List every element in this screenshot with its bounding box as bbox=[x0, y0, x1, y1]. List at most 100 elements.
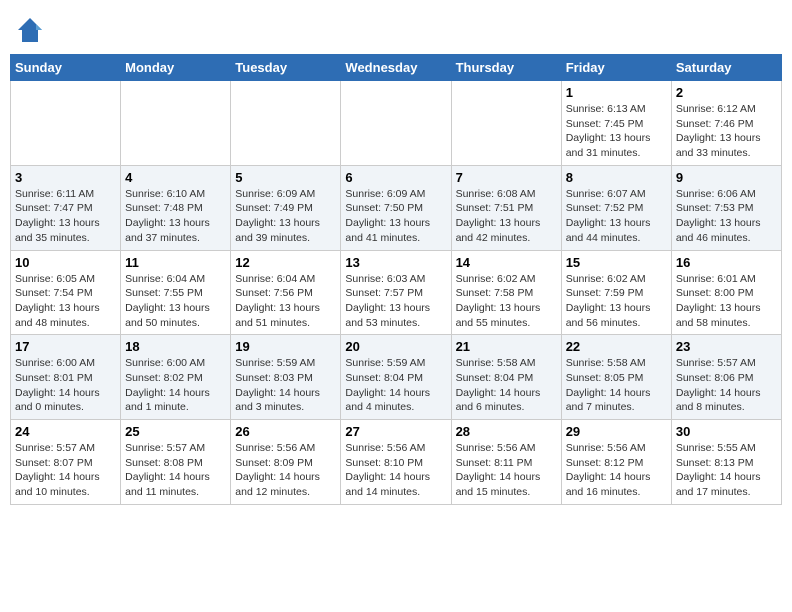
day-info-text: Sunset: 8:04 PM bbox=[456, 371, 557, 386]
logo bbox=[14, 10, 46, 46]
day-info-text: Daylight: 13 hours and 41 minutes. bbox=[345, 216, 446, 245]
day-info-text: Daylight: 13 hours and 51 minutes. bbox=[235, 301, 336, 330]
day-info-text: Sunset: 8:07 PM bbox=[15, 456, 116, 471]
day-info-text: Daylight: 13 hours and 37 minutes. bbox=[125, 216, 226, 245]
day-header-sunday: Sunday bbox=[11, 55, 121, 81]
calendar-cell bbox=[121, 81, 231, 166]
day-info-text: Daylight: 13 hours and 58 minutes. bbox=[676, 301, 777, 330]
day-info-text: Sunrise: 6:04 AM bbox=[235, 272, 336, 287]
calendar-cell: 27Sunrise: 5:56 AMSunset: 8:10 PMDayligh… bbox=[341, 420, 451, 505]
day-info-text: Sunrise: 6:09 AM bbox=[345, 187, 446, 202]
day-info-text: Sunset: 8:10 PM bbox=[345, 456, 446, 471]
day-info-text: Sunset: 7:48 PM bbox=[125, 201, 226, 216]
day-info-text: Sunset: 7:54 PM bbox=[15, 286, 116, 301]
day-info-text: Daylight: 13 hours and 42 minutes. bbox=[456, 216, 557, 245]
day-info-text: Sunset: 8:06 PM bbox=[676, 371, 777, 386]
calendar-cell: 11Sunrise: 6:04 AMSunset: 7:55 PMDayligh… bbox=[121, 250, 231, 335]
day-number: 23 bbox=[676, 339, 777, 354]
day-info-text: Daylight: 14 hours and 7 minutes. bbox=[566, 386, 667, 415]
day-info-text: Sunrise: 6:08 AM bbox=[456, 187, 557, 202]
calendar-cell: 24 Sunrise: 5:57 AMSunset: 8:07 PMDayligh… bbox=[11, 420, 121, 505]
day-number: 3 bbox=[15, 170, 116, 185]
day-info-text: Sunrise: 5:58 AM bbox=[566, 356, 667, 371]
day-info-text: Sunrise: 6:02 AM bbox=[456, 272, 557, 287]
day-info-text: Daylight: 14 hours and 8 minutes. bbox=[676, 386, 777, 415]
calendar-cell bbox=[451, 81, 561, 166]
day-number: 11 bbox=[125, 255, 226, 270]
day-info-text: Daylight: 14 hours and 10 minutes. bbox=[15, 470, 116, 499]
day-number: 10 bbox=[15, 255, 116, 270]
day-info-text: Sunset: 7:59 PM bbox=[566, 286, 667, 301]
day-info-text: Sunset: 7:52 PM bbox=[566, 201, 667, 216]
day-info-text: Daylight: 14 hours and 3 minutes. bbox=[235, 386, 336, 415]
calendar-cell bbox=[341, 81, 451, 166]
day-number: 21 bbox=[456, 339, 557, 354]
calendar-cell: 18Sunrise: 6:00 AMSunset: 8:02 PMDayligh… bbox=[121, 335, 231, 420]
day-info-text: Sunset: 8:00 PM bbox=[676, 286, 777, 301]
day-info-text: Sunrise: 6:02 AM bbox=[566, 272, 667, 287]
day-info-text: Sunrise: 5:57 AM bbox=[15, 441, 116, 456]
day-info-text: Daylight: 13 hours and 48 minutes. bbox=[15, 301, 116, 330]
calendar-cell: 10Sunrise: 6:05 AMSunset: 7:54 PMDayligh… bbox=[11, 250, 121, 335]
day-info-text: Sunset: 8:03 PM bbox=[235, 371, 336, 386]
day-number: 14 bbox=[456, 255, 557, 270]
calendar-cell bbox=[11, 81, 121, 166]
day-info-text: Daylight: 13 hours and 55 minutes. bbox=[456, 301, 557, 330]
day-info-text: Sunrise: 5:55 AM bbox=[676, 441, 777, 456]
day-number: 5 bbox=[235, 170, 336, 185]
day-number: 29 bbox=[566, 424, 667, 439]
day-info-text: Sunrise: 6:00 AM bbox=[15, 356, 116, 371]
day-info-text: Sunset: 7:45 PM bbox=[566, 117, 667, 132]
calendar-week-2: 3Sunrise: 6:11 AMSunset: 7:47 PMDaylight… bbox=[11, 165, 782, 250]
calendar-cell: 19Sunrise: 5:59 AMSunset: 8:03 PMDayligh… bbox=[231, 335, 341, 420]
day-info-text: Daylight: 14 hours and 0 minutes. bbox=[15, 386, 116, 415]
day-info-text: Sunset: 7:46 PM bbox=[676, 117, 777, 132]
day-info-text: Daylight: 13 hours and 46 minutes. bbox=[676, 216, 777, 245]
day-info-text: Sunrise: 6:06 AM bbox=[676, 187, 777, 202]
day-info-text: Daylight: 14 hours and 16 minutes. bbox=[566, 470, 667, 499]
day-number: 8 bbox=[566, 170, 667, 185]
calendar-header-row: SundayMondayTuesdayWednesdayThursdayFrid… bbox=[11, 55, 782, 81]
day-header-monday: Monday bbox=[121, 55, 231, 81]
day-info-text: Daylight: 13 hours and 53 minutes. bbox=[345, 301, 446, 330]
calendar-cell: 7Sunrise: 6:08 AMSunset: 7:51 PMDaylight… bbox=[451, 165, 561, 250]
day-info-text: Sunset: 7:58 PM bbox=[456, 286, 557, 301]
day-info-text: Sunset: 8:08 PM bbox=[125, 456, 226, 471]
day-header-friday: Friday bbox=[561, 55, 671, 81]
day-number: 17 bbox=[15, 339, 116, 354]
day-info-text: Daylight: 14 hours and 11 minutes. bbox=[125, 470, 226, 499]
day-number: 24 bbox=[15, 424, 116, 439]
day-header-saturday: Saturday bbox=[671, 55, 781, 81]
day-info-text: Sunrise: 6:13 AM bbox=[566, 102, 667, 117]
calendar-cell: 2Sunrise: 6:12 AMSunset: 7:46 PMDaylight… bbox=[671, 81, 781, 166]
day-info-text: Daylight: 14 hours and 15 minutes. bbox=[456, 470, 557, 499]
day-number: 27 bbox=[345, 424, 446, 439]
day-number: 16 bbox=[676, 255, 777, 270]
day-info-text: Daylight: 13 hours and 31 minutes. bbox=[566, 131, 667, 160]
day-info-text: Sunset: 8:04 PM bbox=[345, 371, 446, 386]
day-number: 12 bbox=[235, 255, 336, 270]
day-info-text: Sunrise: 5:56 AM bbox=[566, 441, 667, 456]
day-info-text: Sunrise: 6:03 AM bbox=[345, 272, 446, 287]
calendar-cell: 1Sunrise: 6:13 AMSunset: 7:45 PMDaylight… bbox=[561, 81, 671, 166]
day-info-text: Daylight: 14 hours and 1 minute. bbox=[125, 386, 226, 415]
calendar-cell: 3Sunrise: 6:11 AMSunset: 7:47 PMDaylight… bbox=[11, 165, 121, 250]
calendar-cell: 20Sunrise: 5:59 AMSunset: 8:04 PMDayligh… bbox=[341, 335, 451, 420]
day-info-text: Daylight: 13 hours and 33 minutes. bbox=[676, 131, 777, 160]
calendar-cell: 6Sunrise: 6:09 AMSunset: 7:50 PMDaylight… bbox=[341, 165, 451, 250]
day-info-text: Sunset: 7:57 PM bbox=[345, 286, 446, 301]
day-number: 26 bbox=[235, 424, 336, 439]
day-number: 7 bbox=[456, 170, 557, 185]
day-info-text: Sunset: 7:53 PM bbox=[676, 201, 777, 216]
calendar-cell bbox=[231, 81, 341, 166]
calendar-cell: 26Sunrise: 5:56 AMSunset: 8:09 PMDayligh… bbox=[231, 420, 341, 505]
day-info-text: Sunrise: 6:10 AM bbox=[125, 187, 226, 202]
calendar-cell: 28Sunrise: 5:56 AMSunset: 8:11 PMDayligh… bbox=[451, 420, 561, 505]
calendar-cell: 8Sunrise: 6:07 AMSunset: 7:52 PMDaylight… bbox=[561, 165, 671, 250]
day-info-text: Sunset: 8:02 PM bbox=[125, 371, 226, 386]
calendar-week-5: 24Sunrise: 5:57 AMSunset: 8:07 PMDayligh… bbox=[11, 420, 782, 505]
day-number: 20 bbox=[345, 339, 446, 354]
day-number: 22 bbox=[566, 339, 667, 354]
day-number: 4 bbox=[125, 170, 226, 185]
day-number: 25 bbox=[125, 424, 226, 439]
